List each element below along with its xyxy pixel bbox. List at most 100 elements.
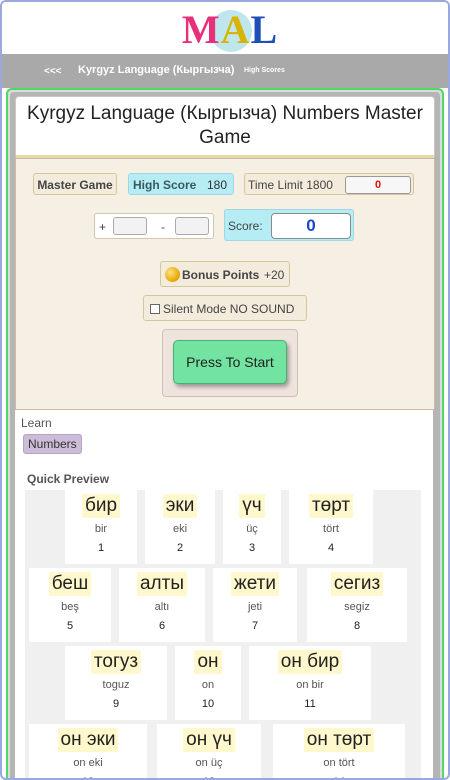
card-kyrgyz: он төрт (303, 728, 375, 752)
high-score-value: 180 (206, 178, 227, 192)
card-kyrgyz: тогуз (90, 650, 142, 674)
card-kyrgyz: он (194, 650, 222, 674)
preview-card[interactable]: алты altı 6 (119, 568, 205, 642)
minus-sign: - (161, 220, 165, 234)
page-title: Kyrgyz Language (Кыргызча) Numbers Maste… (27, 103, 423, 148)
card-kyrgyz: он үч (183, 728, 235, 752)
logo-letter-a: A (220, 7, 251, 52)
learn-section: Learn Numbers Quick Preview бир bir 1 эк… (15, 410, 433, 778)
card-number: 10 (201, 698, 215, 710)
silent-mode-checkbox[interactable] (150, 304, 160, 314)
card-kyrgyz: эки (162, 494, 198, 518)
bonus-points-value: +20 (264, 268, 285, 282)
preview-card[interactable]: үч üç 3 (223, 490, 281, 564)
preview-card[interactable]: эки eki 2 (145, 490, 215, 564)
card-kyrgyz: сегиз (330, 572, 384, 596)
start-button-frame: Press To Start (162, 329, 298, 397)
preview-card[interactable]: тогуз toguz 9 (65, 646, 167, 720)
card-number: 3 (248, 542, 256, 554)
silent-mode-label: Silent Mode NO SOUND (163, 302, 295, 316)
preview-card[interactable]: төрт tört 4 (289, 490, 373, 564)
preview-card[interactable]: он үч on üç 13 (157, 724, 261, 778)
card-number: 8 (353, 620, 361, 632)
title-box: Kyrgyz Language (Кыргызча) Numbers Maste… (15, 96, 435, 159)
card-transliteration: on (201, 679, 215, 691)
learn-label: Learn (21, 416, 52, 430)
card-transliteration: üç (246, 523, 258, 535)
card-number: 5 (66, 620, 74, 632)
card-kyrgyz: он эки (57, 728, 119, 752)
card-number: 12 (29, 776, 147, 778)
card-kyrgyz: беш (48, 572, 92, 596)
card-kyrgyz: бир (81, 494, 121, 518)
preview-card[interactable]: он эки on eki 12 (29, 724, 147, 778)
header: MAL (2, 2, 448, 54)
card-kyrgyz: он бир (277, 650, 343, 674)
score-label: Score: (228, 219, 263, 233)
coin-icon (165, 267, 180, 282)
card-number: 4 (327, 542, 335, 554)
card-transliteration: bir (94, 523, 108, 535)
high-scores-link[interactable]: High Scores (244, 67, 285, 74)
press-to-start-button[interactable]: Press To Start (173, 340, 287, 384)
plus-sign: + (99, 220, 107, 234)
card-number: 6 (158, 620, 166, 632)
logo-letter-l: L (250, 7, 279, 52)
card-transliteration: tört (323, 523, 339, 535)
preview-grid: бир bir 1 эки eki 2 үч üç 3 төрт tört 4 … (25, 490, 421, 778)
card-kyrgyz: жети (231, 572, 279, 596)
preview-card[interactable]: беш beş 5 (29, 568, 111, 642)
back-link[interactable]: <<< (44, 66, 62, 77)
time-limit-label: Time Limit 1800 (248, 178, 333, 192)
card-transliteration: on üç (195, 757, 223, 769)
preview-card[interactable]: бир bir 1 (65, 490, 137, 564)
time-limit-badge: Time Limit 1800 0 (244, 173, 414, 195)
mal-logo[interactable]: MAL (180, 8, 280, 52)
card-kyrgyz: үч (239, 494, 265, 518)
card-number: 1 (97, 542, 105, 554)
game-panel: Master Game High Score 180 Time Limit 18… (15, 158, 435, 410)
bonus-points-label: Bonus Points (182, 268, 260, 282)
score-value: 0 (271, 213, 351, 239)
logo-text: MAL (180, 8, 280, 52)
card-transliteration: toguz (102, 679, 130, 691)
card-transliteration: on bir (296, 679, 324, 691)
card-transliteration: altı (154, 601, 170, 613)
plus-input[interactable] (113, 217, 147, 235)
card-number: 9 (112, 698, 120, 710)
master-game-label: Master Game (33, 173, 117, 195)
app-frame: MAL <<< Kyrgyz Language (Кыргызча) High … (0, 0, 450, 780)
logo-letter-m: M (181, 7, 221, 52)
card-kyrgyz: төрт (308, 494, 354, 518)
card-transliteration: on eki (73, 757, 103, 769)
preview-card[interactable]: он төрт on tört 14 (273, 724, 405, 778)
game-container-inner: Kyrgyz Language (Кыргызча) Numbers Maste… (10, 92, 440, 778)
silent-mode-toggle[interactable]: Silent Mode NO SOUND (143, 295, 307, 321)
card-number: 14 (273, 776, 405, 778)
card-number: 13 (157, 776, 261, 778)
card-transliteration: eki (172, 523, 188, 535)
preview-card[interactable]: он on 10 (175, 646, 241, 720)
card-number: 11 (304, 698, 316, 710)
time-counter: 0 (345, 176, 411, 194)
card-transliteration: on tört (323, 757, 355, 769)
preview-card[interactable]: сегиз segiz 8 (307, 568, 407, 642)
game-container: Kyrgyz Language (Кыргызча) Numbers Maste… (6, 88, 444, 778)
card-number: 2 (176, 542, 184, 554)
high-score-badge: High Score 180 (128, 173, 234, 195)
nav-title-link[interactable]: Kyrgyz Language (Кыргызча) (78, 64, 234, 76)
card-transliteration: jeti (247, 601, 263, 613)
navbar: <<< Kyrgyz Language (Кыргызча) High Scor… (2, 54, 448, 88)
minus-input[interactable] (175, 217, 209, 235)
plus-minus-box: + - (94, 213, 214, 239)
numbers-category-button[interactable]: Numbers (23, 434, 82, 454)
card-kyrgyz: алты (136, 572, 187, 596)
card-number: 7 (251, 620, 259, 632)
score-badge: Score: 0 (224, 209, 354, 241)
preview-card[interactable]: он бир on bir 11 (249, 646, 371, 720)
preview-card[interactable]: жети jeti 7 (213, 568, 297, 642)
bonus-points-badge: Bonus Points +20 (160, 261, 290, 287)
card-transliteration: segiz (344, 601, 370, 613)
high-score-label: High Score (133, 178, 197, 192)
card-transliteration: beş (61, 601, 79, 613)
